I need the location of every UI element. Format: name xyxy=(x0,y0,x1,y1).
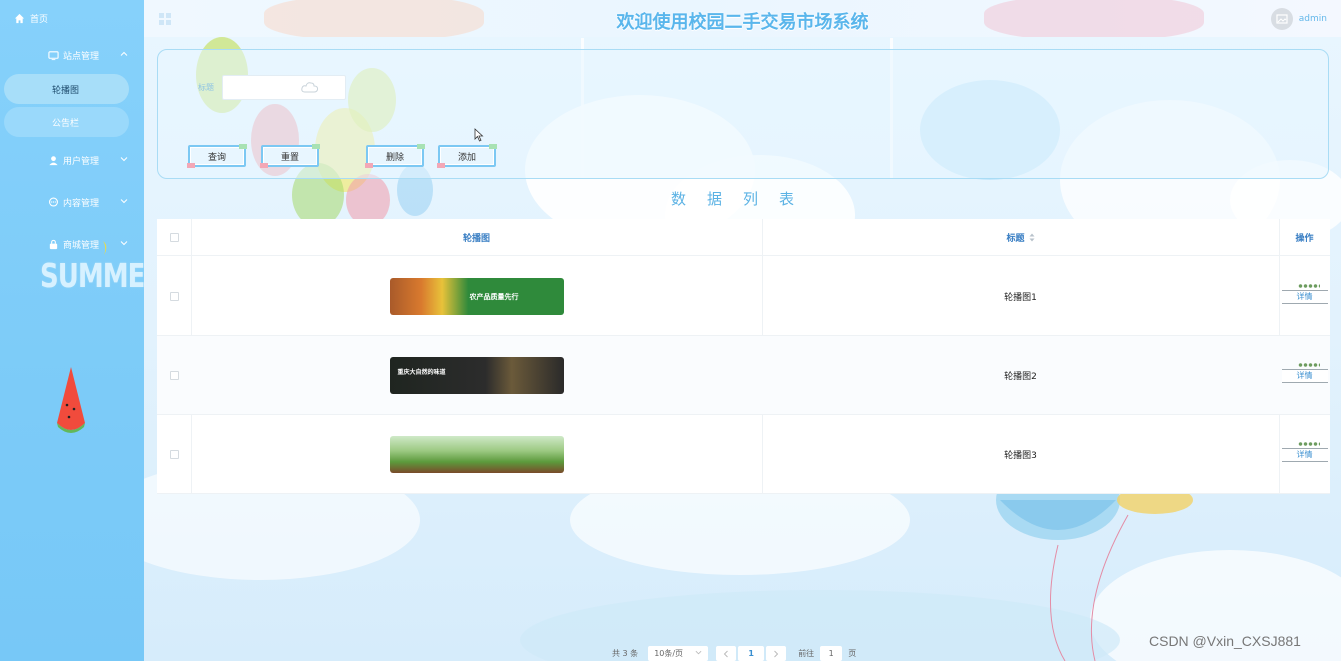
watermelon-decoration xyxy=(55,365,87,438)
title-search-input[interactable] xyxy=(222,75,346,100)
detail-button[interactable]: 详情 xyxy=(1281,361,1328,383)
row-checkbox[interactable] xyxy=(169,292,179,301)
sidebar-item-label: 公告栏 xyxy=(52,118,80,129)
chevron-down-icon xyxy=(120,239,128,247)
add-button[interactable]: 添加 xyxy=(437,144,497,168)
user-menu[interactable]: admin xyxy=(1270,8,1327,30)
sidebar-group-users[interactable]: 用户管理 xyxy=(0,141,144,179)
row-title: 轮播图1 xyxy=(1004,293,1037,303)
page-size-value: 10条/页 xyxy=(654,649,684,658)
sidebar-item-notice[interactable]: 公告栏 xyxy=(4,107,129,137)
sidebar-group-label: 站点管理 xyxy=(63,51,100,62)
home-icon xyxy=(14,13,25,24)
chevron-down-icon xyxy=(695,649,702,658)
reset-button[interactable]: 重置 xyxy=(260,144,320,168)
column-header-label: 标题 xyxy=(1006,234,1025,244)
sidebar-item-home[interactable]: 首页 xyxy=(0,0,144,36)
pagination: 共 3 条 10条/页 1 前往 1 页 xyxy=(612,646,856,661)
row-checkbox[interactable] xyxy=(169,371,179,380)
carousel-table: 轮播图 标题 操作 农产品质量先行 轮播图1 详情 重庆大自然的味道 轮播图2 xyxy=(157,219,1330,494)
next-page-button[interactable] xyxy=(766,646,787,661)
page-number-current[interactable]: 1 xyxy=(738,646,765,661)
goto-page-input[interactable]: 1 xyxy=(820,646,843,661)
query-button[interactable]: 查询 xyxy=(187,144,247,168)
sidebar-group-label: 商城管理 xyxy=(63,240,100,251)
detail-button[interactable]: 详情 xyxy=(1281,440,1328,462)
cloud-icon xyxy=(301,81,319,96)
row-title: 轮播图3 xyxy=(1004,451,1037,461)
username: admin xyxy=(1298,14,1327,24)
sidebar-item-label: 轮播图 xyxy=(52,85,80,96)
chevron-right-icon xyxy=(774,650,779,657)
column-header-image: 轮播图 xyxy=(462,234,490,244)
select-all-cell xyxy=(157,219,191,256)
delete-button[interactable]: 删除 xyxy=(365,144,425,168)
chevron-down-icon xyxy=(120,197,128,205)
table-row: 农产品质量先行 轮播图1 详情 xyxy=(157,257,1330,336)
top-header: 欢迎使用校园二手交易市场系统 admin xyxy=(144,0,1341,37)
search-panel: 标题 查询 重置 删除 添加 xyxy=(157,49,1329,179)
column-header-title[interactable]: 标题 xyxy=(762,219,1279,256)
sidebar: 首页 站点管理 轮播图 公告栏 用户管理 内容管理 商城管理 SUMME xyxy=(0,0,144,661)
summer-decoration: SUMMER xyxy=(40,258,144,296)
table-row: 轮播图3 详情 xyxy=(157,415,1330,494)
chevron-left-icon xyxy=(723,650,729,657)
sidebar-group-site[interactable]: 站点管理 xyxy=(0,36,144,74)
mouse-cursor-icon xyxy=(474,128,484,145)
banner-caption: 农产品质量先行 xyxy=(469,293,519,301)
row-title: 轮播图2 xyxy=(1004,372,1037,382)
carousel-image[interactable]: 农产品质量先行 xyxy=(389,278,564,315)
sidebar-item-label: 首页 xyxy=(30,14,49,25)
chevron-up-icon xyxy=(120,50,128,58)
prev-page-button[interactable] xyxy=(716,646,737,661)
banana-decoration xyxy=(100,240,110,259)
page-size-select[interactable]: 10条/页 xyxy=(648,646,709,661)
title-field-label: 标题 xyxy=(198,83,214,92)
sidebar-group-content[interactable]: 内容管理 xyxy=(0,183,144,221)
page-title: 欢迎使用校园二手交易市场系统 xyxy=(616,12,869,33)
sort-icon[interactable] xyxy=(1029,233,1035,242)
chat-icon xyxy=(48,197,59,208)
page-unit-label: 页 xyxy=(848,649,857,658)
select-all-checkbox[interactable] xyxy=(169,233,179,242)
row-checkbox[interactable] xyxy=(169,450,179,459)
column-header-action: 操作 xyxy=(1295,234,1314,244)
goto-label: 前往 xyxy=(798,649,815,658)
carousel-image[interactable] xyxy=(389,436,564,473)
sidebar-item-carousel[interactable]: 轮播图 xyxy=(4,74,129,104)
lock-icon xyxy=(48,239,59,250)
table-row: 重庆大自然的味道 轮播图2 详情 xyxy=(157,336,1330,415)
watermark: CSDN @Vxin_CXSJ881 xyxy=(1149,633,1301,649)
list-title: 数据列表 xyxy=(670,190,815,208)
monitor-icon xyxy=(48,50,59,61)
table-header: 轮播图 标题 操作 xyxy=(157,219,1330,256)
detail-button[interactable]: 详情 xyxy=(1281,282,1328,304)
sidebar-group-label: 内容管理 xyxy=(63,198,100,209)
chevron-down-icon xyxy=(120,155,128,163)
carousel-image[interactable]: 重庆大自然的味道 xyxy=(389,357,564,394)
user-icon xyxy=(48,155,59,166)
sidebar-group-label: 用户管理 xyxy=(63,156,100,167)
total-count: 共 3 条 xyxy=(612,649,639,658)
banner-caption: 重庆大自然的味道 xyxy=(397,369,446,376)
avatar xyxy=(1270,8,1293,30)
